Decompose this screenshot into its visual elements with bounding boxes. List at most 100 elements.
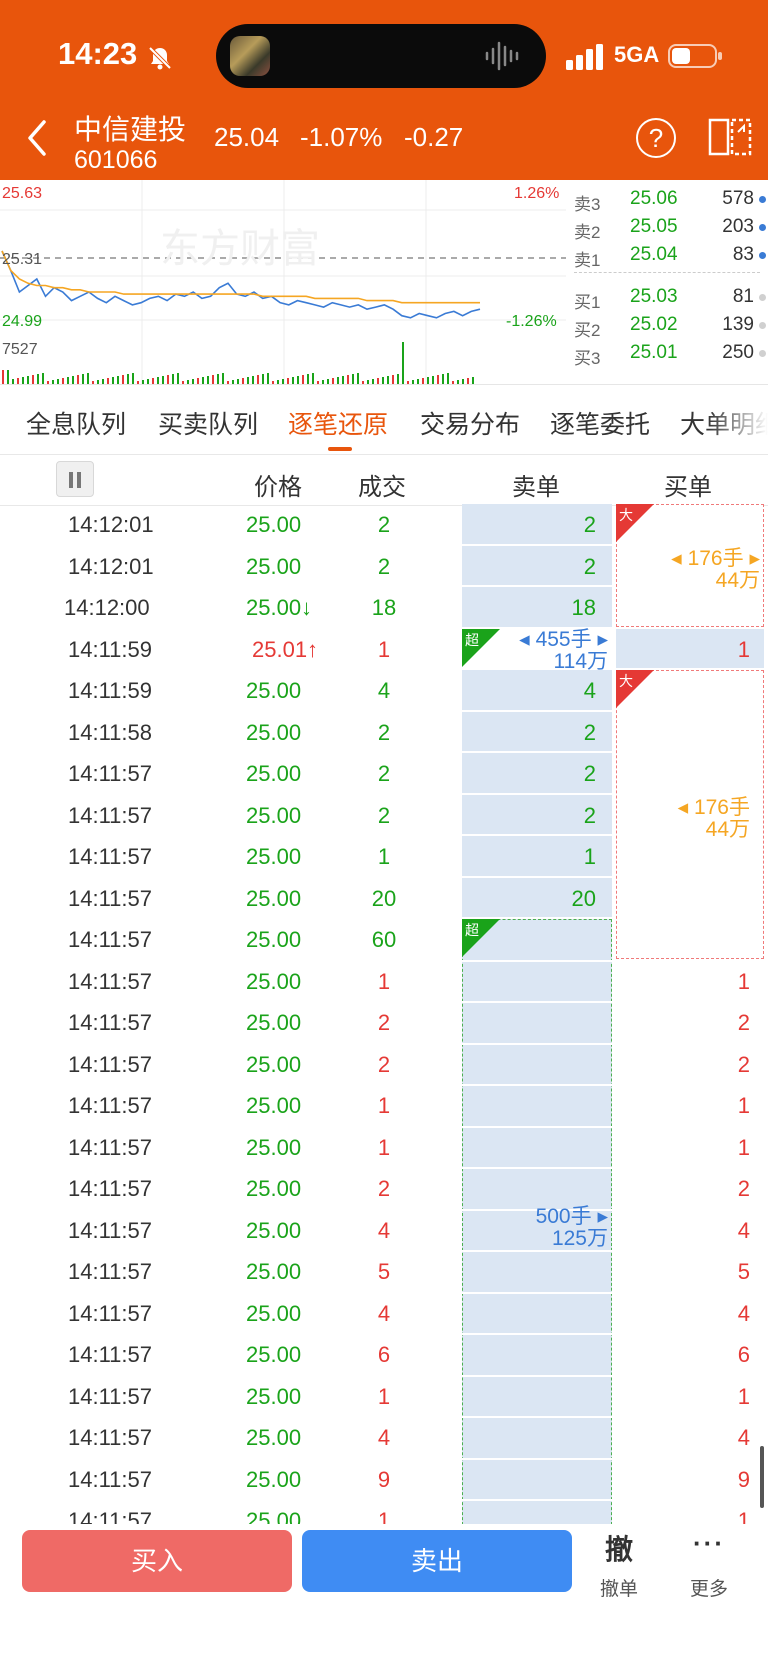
trade-row[interactable]: 14:11:57 25.00 2 2 bbox=[0, 1010, 768, 1040]
tab-bid-ask-queue[interactable]: 买卖队列 bbox=[158, 405, 258, 441]
order-book-row: 卖1 25.04 83 bbox=[566, 240, 768, 270]
trade-volume: 6 bbox=[377, 1342, 391, 1367]
volume-bar bbox=[342, 376, 344, 384]
tab-tick-restore[interactable]: 逐笔还原 bbox=[288, 405, 388, 441]
trade-row[interactable]: 14:11:57 25.00 2 2 bbox=[0, 1052, 768, 1082]
trade-row[interactable]: 14:11:57 25.00 1 1 bbox=[0, 844, 768, 874]
layout-switch-icon[interactable] bbox=[708, 116, 752, 158]
cancel-order-icon[interactable]: 撤 bbox=[598, 1528, 640, 1568]
volume-bar bbox=[357, 373, 359, 384]
tab-tick-orders[interactable]: 逐笔委托 bbox=[550, 405, 650, 441]
trade-time: 14:12:01 bbox=[68, 553, 154, 579]
trade-row[interactable]: 14:12:01 25.00 2 2 bbox=[0, 554, 768, 584]
trade-sell: 2 bbox=[583, 802, 596, 828]
trade-row[interactable]: 14:11:57 25.00 1 1 bbox=[0, 1135, 768, 1165]
trade-price: 25.00 bbox=[246, 1259, 302, 1284]
trade-buy: 1 bbox=[737, 1383, 750, 1409]
volume-bar bbox=[472, 377, 474, 384]
trade-time: 14:11:57 bbox=[68, 885, 153, 911]
intraday-chart[interactable]: 东方财富 25.63 1.26% 25.31 24.99 -1.26% 7527 bbox=[0, 180, 566, 384]
trade-price: 25.00 bbox=[246, 1466, 302, 1492]
trade-price: 25.00 bbox=[246, 1342, 302, 1367]
trade-buy: 2 bbox=[737, 1010, 750, 1035]
more-icon[interactable]: ··· bbox=[688, 1528, 730, 1559]
trade-row[interactable]: 14:11:57 25.00 4 4 bbox=[0, 1218, 768, 1248]
volume-bar bbox=[397, 374, 399, 384]
now-playing-artwork bbox=[230, 36, 270, 76]
row-divider bbox=[462, 1250, 612, 1252]
pause-icon[interactable] bbox=[56, 461, 94, 497]
trade-row[interactable]: 14:11:57 25.00 20 20 bbox=[0, 886, 768, 916]
trade-price: 25.00 bbox=[246, 678, 302, 703]
tab-full-queue[interactable]: 全息队列 bbox=[26, 405, 126, 441]
trade-time: 14:11:57 bbox=[68, 1259, 153, 1284]
volume-bar bbox=[392, 375, 394, 384]
quote-price: 25.04 bbox=[214, 122, 280, 152]
column-volume: 成交 bbox=[358, 474, 406, 501]
trade-row[interactable]: 14:11:57 25.00 1 1 bbox=[0, 1508, 768, 1524]
sell-super-aggregate[interactable]: ◂ 455手 ▸ 114万 bbox=[519, 628, 608, 673]
trade-row[interactable]: 14:11:59 25.00 4 4 bbox=[0, 678, 768, 708]
trade-row[interactable]: 14:11:57 25.00 2 2 bbox=[0, 803, 768, 833]
trade-row[interactable]: 14:12:01 25.00 2 2 bbox=[0, 512, 768, 542]
sell-super-aggregate[interactable]: 500手 ▸ 125万 bbox=[536, 1205, 608, 1250]
volume-bar bbox=[297, 376, 299, 384]
trade-price: 25.00 bbox=[246, 1134, 302, 1160]
order-book-volume: 578 bbox=[722, 188, 754, 209]
buy-button[interactable]: 买入 bbox=[22, 1530, 292, 1592]
trade-time: 14:11:57 bbox=[68, 1093, 153, 1118]
trade-time: 14:11:57 bbox=[68, 1342, 153, 1367]
order-book-dot bbox=[759, 294, 766, 301]
trade-row[interactable]: 14:11:57 25.00 5 5 bbox=[0, 1259, 768, 1289]
volume-bar bbox=[82, 374, 84, 384]
help-icon[interactable]: ? bbox=[636, 118, 676, 158]
row-divider bbox=[462, 1001, 612, 1003]
trade-row[interactable]: 14:11:57 25.00 1 1 bbox=[0, 1384, 768, 1414]
volume-bar bbox=[127, 374, 129, 384]
trade-price: 25.00 bbox=[246, 1010, 302, 1035]
trade-price: 25.00 bbox=[246, 1300, 302, 1326]
trade-row[interactable]: 14:11:57 25.00 9 9 bbox=[0, 1467, 768, 1497]
trade-time: 14:11:57 bbox=[68, 927, 153, 952]
trade-row[interactable]: 14:11:57 25.00 4 4 bbox=[0, 1301, 768, 1331]
trade-row[interactable]: 14:11:57 25.00 1 1 bbox=[0, 1093, 768, 1123]
battery-icon bbox=[668, 44, 722, 68]
trade-volume: 4 bbox=[377, 1300, 391, 1326]
trade-row[interactable]: 14:11:57 25.00 2 2 bbox=[0, 1176, 768, 1206]
quote-change-pct: -1.07% bbox=[300, 122, 383, 152]
trade-row[interactable]: 14:12:00 25.00↓ 18 18 bbox=[0, 595, 768, 625]
tab-trade-distribution[interactable]: 交易分布 bbox=[420, 405, 520, 441]
buy-big-aggregate[interactable]: ◂ 176手 44万 bbox=[678, 796, 750, 841]
volume-bar bbox=[67, 377, 69, 384]
trade-row[interactable]: 14:11:59 25.01↑ 1 1 bbox=[0, 637, 768, 667]
trade-time: 14:11:57 bbox=[68, 802, 153, 828]
trade-row[interactable]: 14:11:57 25.00 60 bbox=[0, 927, 768, 957]
trade-time: 14:11:57 bbox=[68, 1300, 153, 1326]
trade-buy: 1 bbox=[737, 968, 750, 994]
trade-row[interactable]: 14:11:57 25.00 2 2 bbox=[0, 761, 768, 791]
trade-row[interactable]: 14:11:57 25.00 4 4 bbox=[0, 1425, 768, 1455]
chart-prevclose-label: 25.31 bbox=[2, 251, 42, 268]
buy-big-aggregate[interactable]: ◂ 176手 ▸ 44万 bbox=[671, 547, 760, 592]
trade-buy: 9 bbox=[737, 1466, 750, 1492]
more-label[interactable]: 更多 bbox=[686, 1574, 732, 1601]
trade-volume: 1 bbox=[377, 1383, 391, 1409]
order-book-row: 买2 25.02 139 bbox=[566, 310, 768, 340]
cancel-order-label[interactable]: 撤单 bbox=[596, 1574, 642, 1601]
trade-volume: 18 bbox=[371, 595, 397, 620]
trade-row[interactable]: 14:11:58 25.00 2 2 bbox=[0, 720, 768, 750]
volume-bar bbox=[432, 376, 434, 384]
trade-price: 25.00 bbox=[246, 1217, 302, 1243]
scrollbar[interactable] bbox=[760, 1446, 764, 1508]
dynamic-island[interactable] bbox=[216, 24, 546, 88]
row-divider bbox=[462, 1291, 612, 1294]
back-arrow-icon[interactable] bbox=[26, 118, 48, 158]
trade-row[interactable]: 14:11:57 25.00 6 6 bbox=[0, 1342, 768, 1372]
row-divider bbox=[462, 1042, 612, 1045]
sell-button[interactable]: 卖出 bbox=[302, 1530, 572, 1592]
trade-row[interactable]: 14:11:57 25.00 1 1 bbox=[0, 969, 768, 999]
trade-volume: 2 bbox=[377, 1051, 391, 1077]
volume-bar bbox=[72, 376, 74, 384]
tick-list[interactable]: 大超大超 14:12:01 25.00 2 2 14:12:01 25.00 2 2 14:12… bbox=[0, 504, 768, 1524]
order-book-dot bbox=[759, 322, 766, 329]
